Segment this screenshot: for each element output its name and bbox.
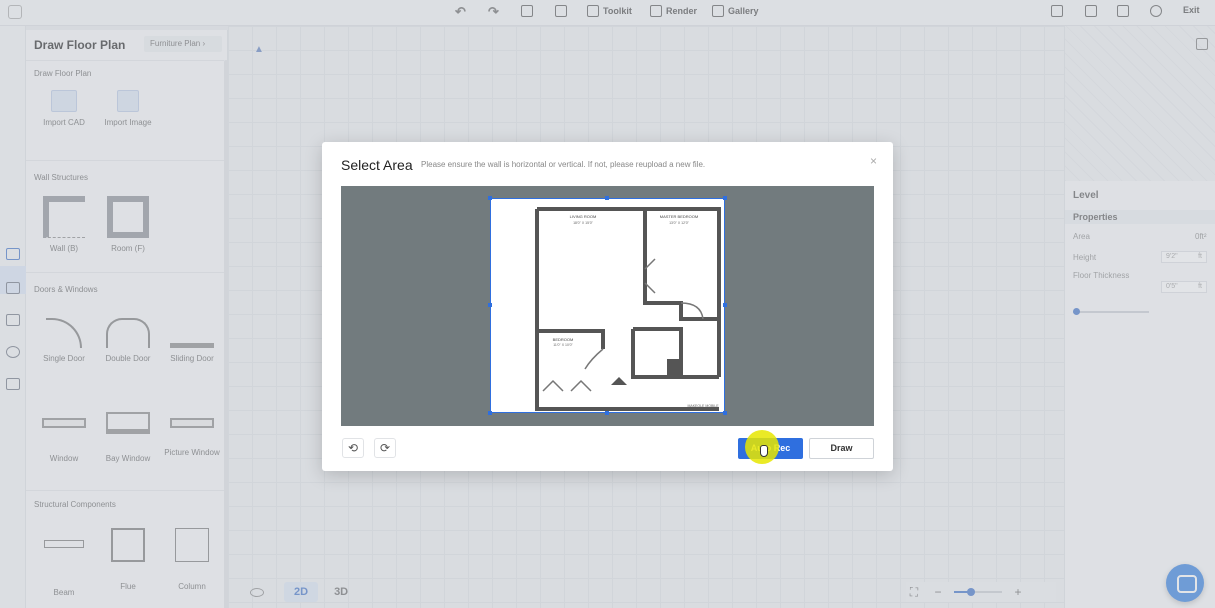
master-bedroom-dim: 13'0" X 12'0"	[669, 221, 690, 225]
dialog-hint: Please ensure the wall is horizontal or …	[421, 160, 706, 169]
rotate-right-button[interactable]: ⟳	[374, 438, 396, 458]
select-area-dialog: Select Area Please ensure the wall is ho…	[322, 142, 893, 471]
floor-plan-image-selection[interactable]: LIVING ROOM 18'0" X 15'0" MASTER BEDROOM…	[488, 196, 727, 415]
living-room-label: LIVING ROOM	[570, 214, 597, 219]
rotate-left-button[interactable]: ⟲	[342, 438, 364, 458]
crop-handle-top[interactable]	[605, 196, 609, 200]
floor-plan-drawing: LIVING ROOM 18'0" X 15'0" MASTER BEDROOM…	[535, 207, 721, 411]
crop-handle-left[interactable]	[488, 303, 492, 307]
rotate-left-icon: ⟲	[347, 441, 359, 455]
image-stage: LIVING ROOM 18'0" X 15'0" MASTER BEDROOM…	[341, 186, 874, 426]
rotate-right-icon: ⟳	[379, 441, 391, 455]
living-room-dim: 18'0" X 15'0"	[573, 221, 594, 225]
crop-handle-bottom-left[interactable]	[488, 411, 492, 415]
crop-handle-bottom[interactable]	[605, 411, 609, 415]
hand-cursor-icon	[760, 445, 768, 457]
crop-handle-top-left[interactable]	[488, 196, 492, 200]
bedroom-label: BEDROOM	[553, 337, 574, 342]
dialog-title: Select Area	[341, 157, 413, 173]
plan-footer-text: MAKEOLE MOBILE	[687, 404, 719, 408]
crop-handle-right[interactable]	[723, 303, 727, 307]
crop-handle-top-right[interactable]	[723, 196, 727, 200]
draw-button[interactable]: Draw	[809, 438, 874, 459]
bedroom-dim: 11'0" X 10'0"	[553, 343, 573, 347]
master-bedroom-label: MASTER BEDROOM	[660, 214, 698, 219]
close-icon[interactable]: ×	[870, 154, 877, 168]
crop-handle-bottom-right[interactable]	[723, 411, 727, 415]
